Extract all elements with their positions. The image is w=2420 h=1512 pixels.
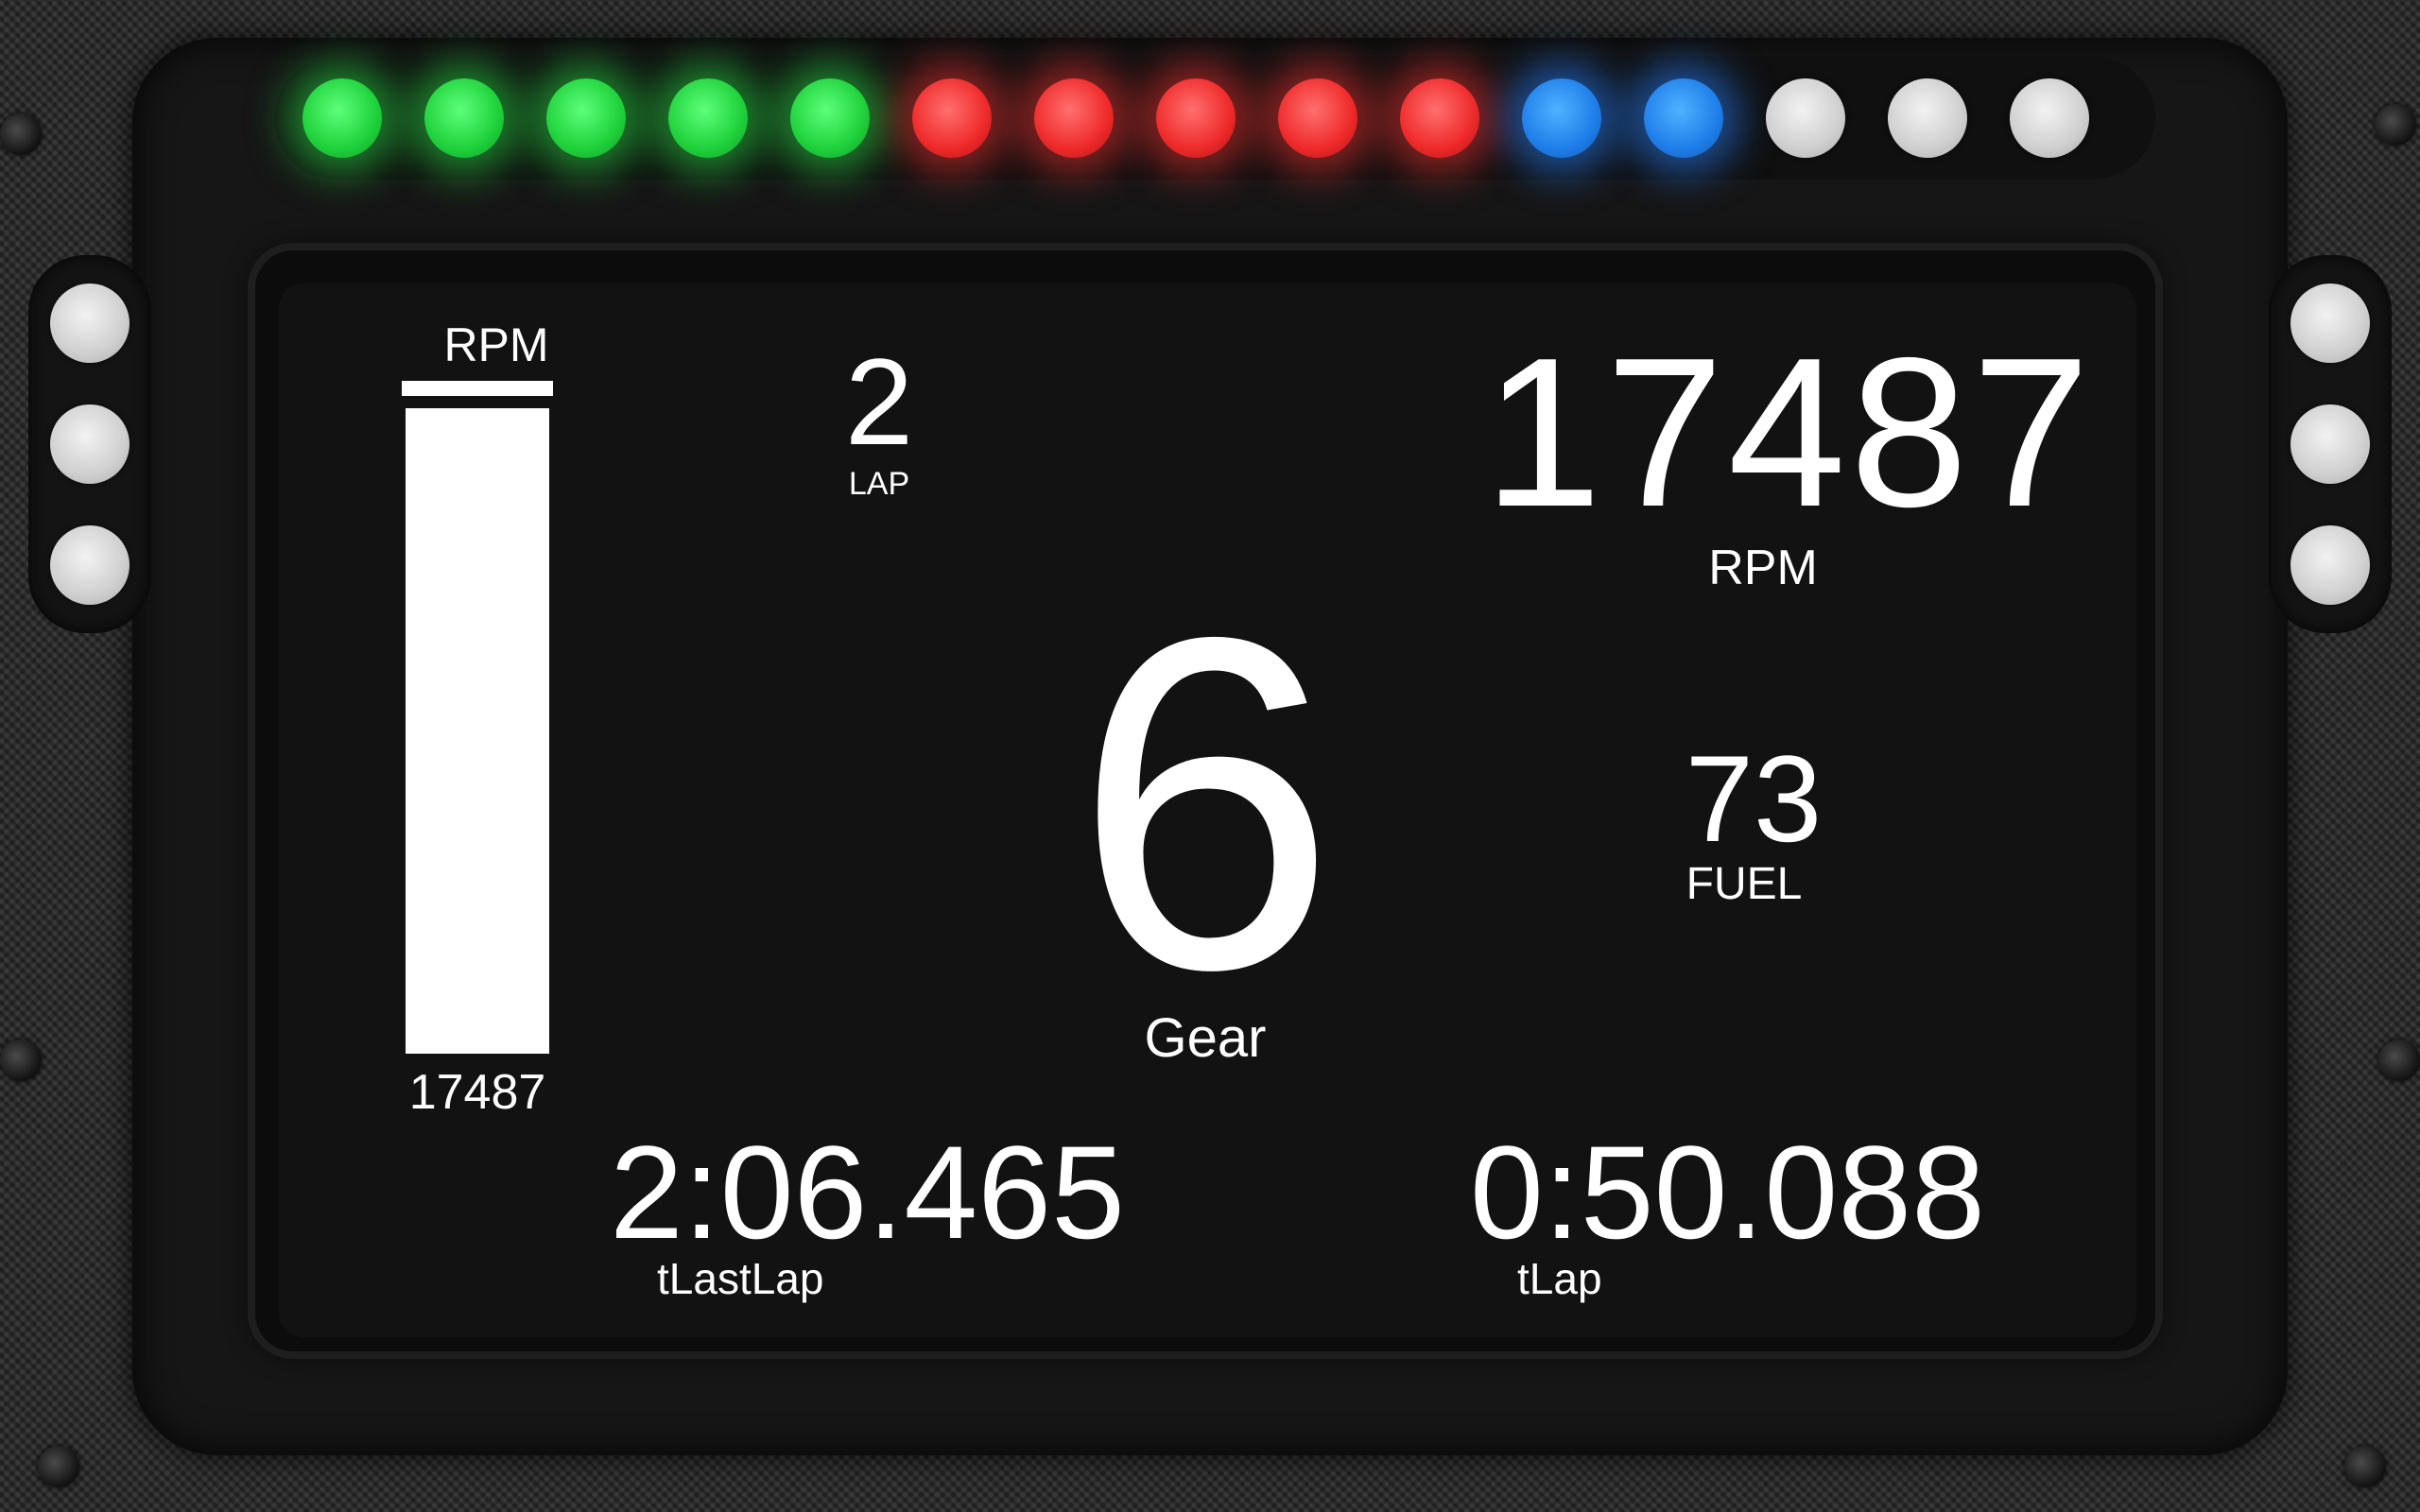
shift-light-strip [274, 57, 2155, 180]
screw-icon [0, 1040, 42, 1081]
left-side-led-3 [50, 525, 130, 605]
shift-led-15 [2010, 78, 2089, 158]
shift-led-3 [546, 78, 626, 158]
shift-led-13 [1766, 78, 1845, 158]
rpm-bar-cap [402, 390, 553, 396]
shift-led-2 [424, 78, 504, 158]
lap-value: 2 [844, 333, 914, 471]
left-side-led-1 [50, 284, 130, 363]
shift-led-4 [668, 78, 748, 158]
shift-led-8 [1156, 78, 1236, 158]
shift-led-5 [790, 78, 870, 158]
right-side-led-pad [2269, 255, 2392, 633]
fuel-label: FUEL [1685, 859, 1803, 909]
rpm-value: 17487 [1483, 313, 2094, 551]
shift-led-9 [1278, 78, 1357, 158]
rpm-bar-value: 17487 [408, 1065, 546, 1120]
screw-icon [2378, 1040, 2420, 1081]
right-side-led-1 [2290, 284, 2370, 363]
shift-led-12 [1644, 78, 1723, 158]
current-lap-time-value: 0:50.088 [1470, 1118, 1985, 1266]
current-lap-time-label: tLap [1517, 1254, 1602, 1303]
gear-label: Gear [1144, 1007, 1267, 1069]
screw-icon [2344, 1446, 2386, 1487]
right-side-led-3 [2290, 525, 2370, 605]
rpm-label: RPM [1708, 541, 1818, 595]
shift-led-7 [1034, 78, 1114, 158]
gear-value: 6 [1073, 539, 1338, 1067]
left-side-led-2 [50, 404, 130, 484]
shift-led-1 [302, 78, 382, 158]
shift-led-10 [1400, 78, 1479, 158]
left-side-led-pad [28, 255, 151, 633]
screw-icon [38, 1446, 79, 1487]
screw-icon [2375, 104, 2416, 146]
last-lap-time-label: tLastLap [657, 1254, 824, 1303]
rpm-bar-title: RPM [443, 318, 549, 371]
shift-led-14 [1888, 78, 1967, 158]
right-side-led-2 [2290, 404, 2370, 484]
screw-icon [0, 113, 42, 155]
dash-screen: RPM 17487 2 LAP 17487 RPM 6 Gear 73 FUEL… [279, 284, 2136, 1337]
shift-led-11 [1522, 78, 1601, 158]
shift-led-6 [912, 78, 992, 158]
rpm-bar-fill [406, 408, 549, 1054]
last-lap-time-value: 2:06.465 [610, 1118, 1125, 1266]
fuel-value: 73 [1685, 730, 1823, 868]
lap-label: LAP [848, 466, 910, 502]
